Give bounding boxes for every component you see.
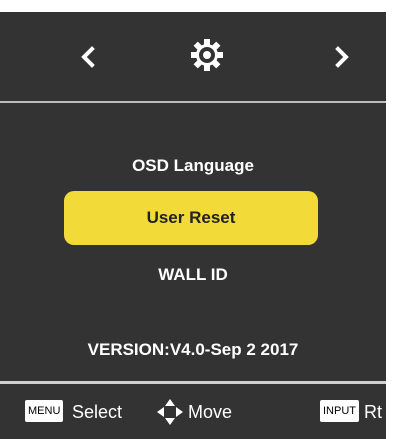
four-way-arrow-icon	[157, 399, 183, 425]
gear-icon	[191, 39, 223, 71]
settings-menu: OSD Language User Reset WALL ID VERSION:…	[0, 104, 386, 382]
next-button[interactable]	[322, 36, 362, 80]
menu-item-wall-id[interactable]: WALL ID	[0, 265, 386, 285]
menu-item-user-reset[interactable]: User Reset	[64, 191, 318, 245]
previous-button[interactable]	[68, 36, 108, 80]
osd-footer: MENU Select Move INPUT Rt	[0, 384, 386, 439]
return-hint-label: Rt	[364, 402, 382, 422]
input-key-badge: INPUT	[320, 400, 359, 422]
header-divider	[0, 101, 386, 103]
menu-item-osd-language[interactable]: OSD Language	[0, 156, 386, 176]
osd-header	[0, 12, 386, 102]
osd-panel: OSD Language User Reset WALL ID VERSION:…	[0, 12, 386, 439]
settings-button[interactable]	[189, 37, 225, 73]
select-hint-label: Select	[72, 402, 123, 422]
menu-key-badge: MENU	[25, 400, 64, 422]
chevron-left-icon	[81, 46, 95, 68]
move-hint-label: Move	[188, 402, 233, 422]
version-text: VERSION:V4.0-Sep 2 2017	[87, 340, 299, 359]
chevron-right-icon	[335, 46, 349, 68]
